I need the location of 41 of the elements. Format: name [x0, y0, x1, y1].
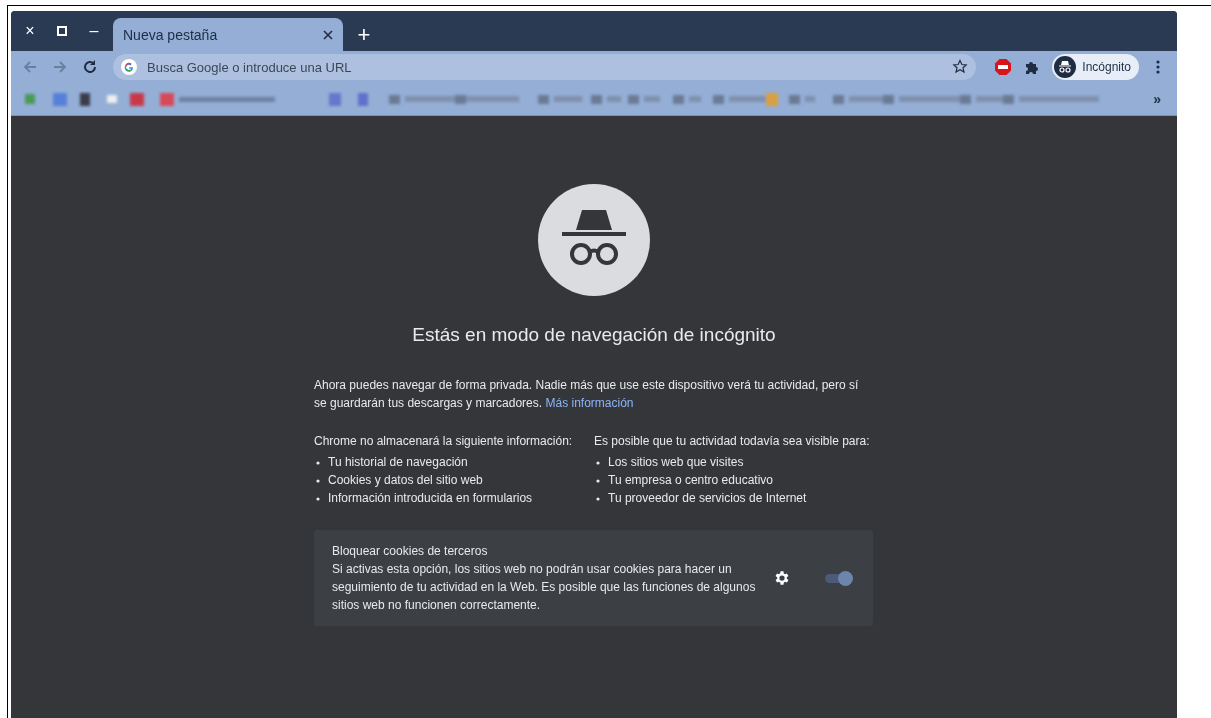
reload-icon [82, 59, 98, 75]
more-vertical-icon [1156, 60, 1160, 74]
list-item: Información introducida en formularios [328, 490, 533, 507]
bullet-icon [596, 479, 600, 483]
column-heading: Es posible que tu actividad todavía sea visible para: [594, 433, 871, 450]
settings-icon[interactable] [773, 569, 791, 587]
close-button[interactable]: × [19, 20, 41, 42]
incognito-icon [1054, 56, 1077, 78]
bullet-icon [596, 461, 600, 465]
address-field[interactable]: Busca Google o introduce una URL [145, 58, 945, 76]
more-bookmarks-button[interactable]: » [1149, 91, 1165, 107]
square-icon [56, 25, 68, 37]
new-tab-button[interactable]: + [349, 18, 379, 51]
list-item: Tu proveedor de servicios de Internet [608, 490, 807, 507]
bullet-icon [596, 497, 600, 501]
incognito-icon [538, 184, 650, 296]
list-item: Cookies y datos del sitio web [328, 472, 483, 489]
list-item: Los sitios web que visites [608, 454, 744, 471]
tab[interactable]: Nueva pestaña [113, 18, 343, 51]
minimize-button[interactable]: – [83, 20, 105, 42]
bullet-icon [316, 497, 320, 501]
puzzle-icon[interactable] [1024, 59, 1041, 75]
close-tab-icon[interactable] [323, 29, 333, 40]
forward-icon [52, 59, 68, 75]
intro-paragraph: Ahora puedes navegar de forma privada. Nadie más que use este dispositivo verá tu actividad, pero sí se guardarán tus descargas y marcadores. Más información [314, 377, 860, 412]
more-info-link[interactable]: Más información [545, 396, 634, 410]
column-heading: Chrome no almacenará la siguiente información: [314, 433, 574, 450]
bullet-icon [316, 461, 320, 465]
stop-sign-icon[interactable] [994, 58, 1013, 76]
list-item: Tu empresa o centro educativo [608, 472, 773, 489]
page-title: Estás en modo de navegación de incógnito [412, 324, 776, 346]
star-icon[interactable] [952, 59, 969, 75]
back-icon [22, 59, 38, 75]
profile-button[interactable]: Incógnito [1052, 54, 1139, 80]
toggle-switch[interactable] [823, 570, 853, 586]
card-title: Bloquear cookies de terceros [332, 543, 489, 560]
list-item: Tu historial de navegación [328, 454, 468, 471]
address-bar[interactable]: Busca Google o introduce una URL [113, 54, 977, 80]
card-description: Si activas esta opción, los sitios web no podrán usar cookies para hacer un seguimiento de tu actividad en la Web. Es posible que las funciones de algunos sitios web no funcionen correctamente. [332, 561, 757, 614]
bullet-icon [316, 479, 320, 483]
google-g-icon [121, 59, 137, 75]
